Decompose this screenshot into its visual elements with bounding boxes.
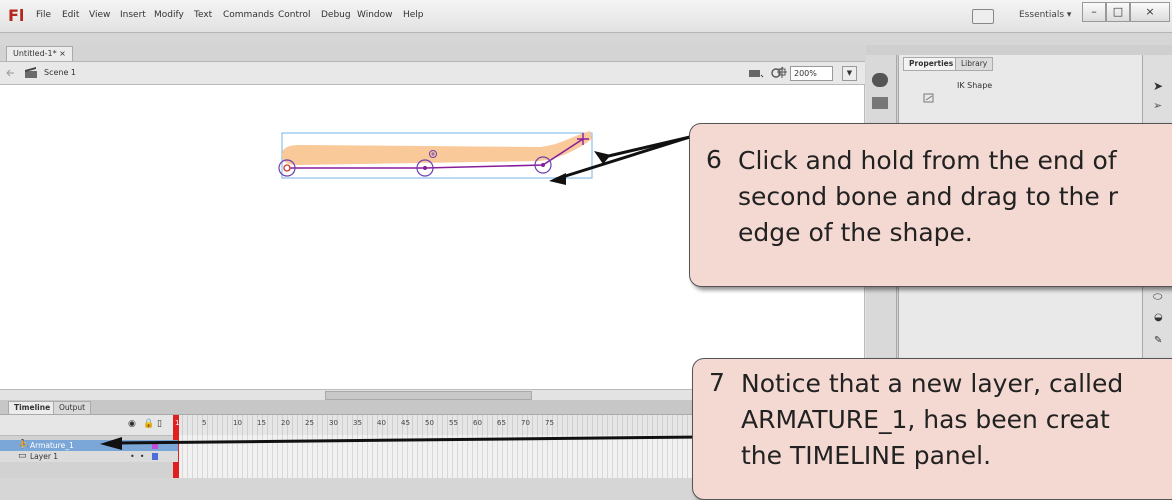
menu-control[interactable]: Control <box>278 10 311 20</box>
document-tab[interactable]: Untitled-1* × <box>6 46 73 61</box>
zoom-field[interactable]: 200% <box>790 66 833 81</box>
menu-debug[interactable]: Debug <box>321 10 351 20</box>
menu-modify[interactable]: Modify <box>154 10 184 20</box>
menu-file[interactable]: File <box>36 10 51 20</box>
tab-properties[interactable]: Properties <box>903 57 960 71</box>
eyedropper-tool-icon[interactable]: ✎ <box>1154 335 1162 346</box>
ik-shape <box>282 131 592 165</box>
step-number: 6 <box>706 145 722 174</box>
edit-bar: Scene 1 200% ▼ <box>0 62 865 85</box>
step-line-2: ARMATURE_1, has been creat <box>741 405 1110 434</box>
scroll-thumb[interactable] <box>325 391 532 400</box>
step-line-3: edge of the shape. <box>738 218 973 247</box>
menu-edit[interactable]: Edit <box>62 10 79 20</box>
maximize-button[interactable]: □ <box>1106 2 1130 22</box>
selection-tool-icon[interactable]: ➤ <box>1153 79 1163 93</box>
menu-window[interactable]: Window <box>357 10 393 20</box>
color-panel-icon[interactable] <box>872 73 888 87</box>
step-number: 7 <box>709 368 725 397</box>
document-tab-bar: Untitled-1* × <box>0 45 865 62</box>
callout-step-6: 6 Click and hold from the end of second … <box>689 123 1172 287</box>
menu-text[interactable]: Text <box>194 10 212 20</box>
scene-clapper-icon <box>25 67 37 78</box>
menu-help[interactable]: Help <box>403 10 424 20</box>
menu-bar: Fl File Edit View Insert Modify Text Com… <box>0 0 1172 33</box>
subselection-tool-icon[interactable]: ➢ <box>1153 99 1162 112</box>
chevron-down-icon[interactable]: ▼ <box>842 66 857 81</box>
menu-commands[interactable]: Commands <box>223 10 274 20</box>
step-line-1: Notice that a new layer, called <box>741 369 1124 398</box>
step-line-1: Click and hold from the end of <box>738 146 1117 175</box>
step-line-2: second bone and drag to the r <box>738 182 1119 211</box>
minimize-button[interactable]: – <box>1082 2 1106 22</box>
scene-label: Scene 1 <box>44 68 77 77</box>
edit-scene-icon[interactable] <box>748 66 764 79</box>
workspace-dropdown[interactable]: Essentials ▾ <box>1019 10 1071 20</box>
selection-type: IK Shape <box>957 81 993 90</box>
step-line-3: the TIMELINE panel. <box>741 441 992 470</box>
fill-tool-icon[interactable]: ◒ <box>1154 312 1163 323</box>
tab-library[interactable]: Library <box>955 57 994 71</box>
app-logo: Fl <box>8 6 25 25</box>
menu-view[interactable]: View <box>89 10 110 20</box>
back-arrow-icon[interactable] <box>6 68 16 78</box>
align-panel-icon[interactable] <box>872 97 888 109</box>
callout-step-7: 7 Notice that a new layer, called ARMATU… <box>692 358 1172 500</box>
workspace-switch-icon[interactable] <box>972 9 994 24</box>
close-button[interactable]: × <box>1130 2 1170 22</box>
ik-shape-icon <box>921 91 937 105</box>
center-stage-icon[interactable] <box>776 66 788 79</box>
oval-tool-icon[interactable]: ⬭ <box>1153 290 1162 304</box>
menu-insert[interactable]: Insert <box>120 10 146 20</box>
